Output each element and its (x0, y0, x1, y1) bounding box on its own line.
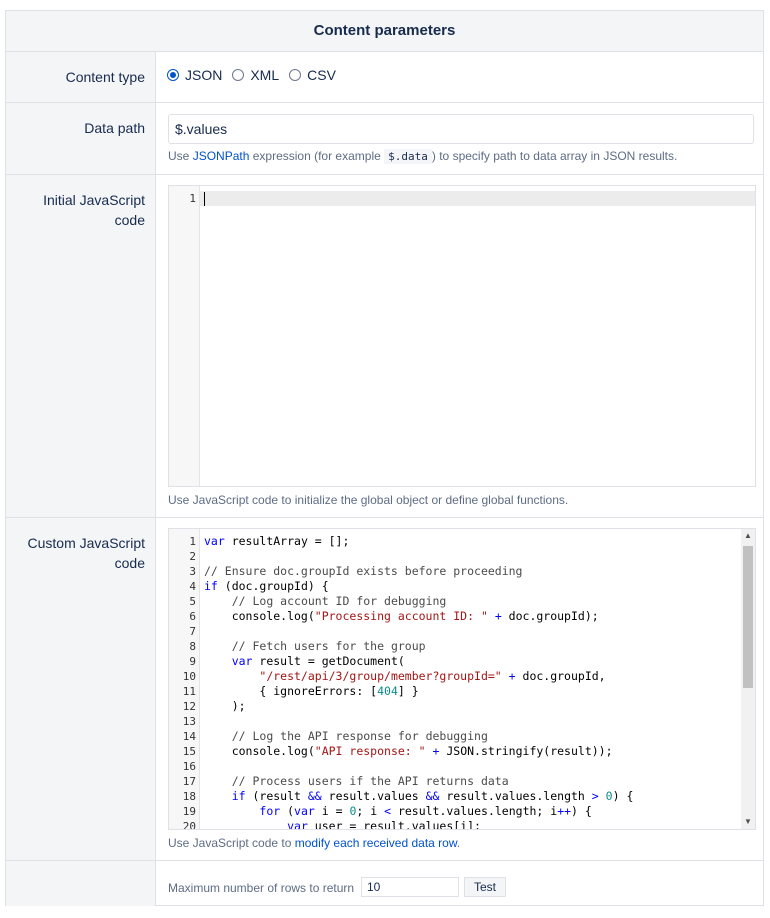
custom-js-row: Custom JavaScript code 1 2 3 4 5 6 7 8 9 10 11 12 13… (6, 518, 763, 861)
initial-js-code-area[interactable] (200, 186, 755, 486)
content-type-value-cell: JSON XML CSV (157, 52, 763, 102)
line-number: 10 (182, 670, 196, 683)
custom-js-label-cell: Custom JavaScript code (6, 518, 156, 860)
initial-js-editor[interactable]: 1 (168, 185, 756, 487)
data-path-row: Data path Use JSONPath expression (for e… (6, 103, 763, 175)
data-path-help: Use JSONPath expression (for example $.d… (168, 149, 678, 164)
data-path-input[interactable] (168, 114, 754, 144)
data-path-example-code: $.data (384, 149, 432, 164)
panel-title: Content parameters (6, 11, 763, 52)
line-number: 20 (182, 820, 196, 830)
line-number: 18 (182, 790, 196, 803)
radio-json-label: JSON (185, 67, 223, 83)
line-number: 3 (189, 565, 196, 578)
text-cursor (204, 192, 205, 206)
initial-js-label-line1: Initial JavaScript (43, 192, 145, 208)
custom-js-help-suffix: . (456, 836, 461, 850)
line-number: 1 (189, 535, 196, 548)
code-line: ); (204, 699, 246, 713)
code-line: var result = getDocument( (231, 654, 405, 668)
custom-js-help-prefix: Use JavaScript code to (168, 836, 292, 850)
line-number: 8 (189, 640, 196, 653)
jsonpath-link[interactable]: JSONPath (193, 149, 250, 163)
initial-js-label-line2: code (114, 212, 145, 228)
line-number: 16 (182, 760, 196, 773)
code-line: if (result && result.values && result.va… (231, 789, 634, 803)
code-line: // Log the API response for debugging (231, 729, 488, 743)
code-line: // Log account ID for debugging (231, 594, 447, 608)
data-path-label-cell: Data path (6, 103, 156, 174)
data-path-help-prefix: Use (168, 149, 190, 163)
content-type-row: Content type JSON XML CSV (6, 52, 763, 103)
radio-json[interactable] (167, 69, 179, 81)
data-path-value-cell: Use JSONPath expression (for example $.d… (157, 103, 763, 174)
custom-js-value-cell: 1 2 3 4 5 6 7 8 9 10 11 12 13 14 15 16 17 18 19 20 var resu… (157, 518, 763, 860)
max-rows-input[interactable] (361, 877, 459, 897)
content-type-radio-group: JSON XML CSV (167, 67, 346, 83)
scrollbar-thumb[interactable] (743, 546, 753, 688)
radio-option-xml[interactable]: XML (232, 67, 279, 83)
data-path-help-middle: expression (for example (252, 149, 381, 163)
radio-xml-label: XML (250, 67, 280, 83)
custom-js-label-line2: code (114, 555, 145, 571)
code-line: // Ensure doc.groupId exists before proc… (204, 564, 523, 578)
data-path-label: Data path (84, 120, 145, 136)
line-number: 12 (182, 700, 196, 713)
footer-value-cell: Maximum number of rows to return Test (157, 861, 763, 906)
test-button[interactable]: Test (464, 877, 506, 897)
initial-js-label-cell: Initial JavaScript code (6, 175, 156, 517)
custom-js-editor[interactable]: 1 2 3 4 5 6 7 8 9 10 11 12 13 14 15 16 17 18 19 20 var resu… (168, 528, 756, 830)
initial-js-value-cell: 1 Use JavaScript code to initialize the … (157, 175, 763, 517)
radio-option-json[interactable]: JSON (167, 67, 222, 83)
radio-xml[interactable] (232, 69, 245, 81)
content-type-label-cell: Content type (6, 52, 156, 102)
code-line: console.log("Processing account ID: " + … (204, 609, 599, 623)
code-line: // Fetch users for the group (231, 639, 426, 653)
content-parameters-panel: Content parameters Content type JSON XML… (5, 10, 764, 906)
content-type-label: Content type (65, 69, 145, 85)
max-rows-row: Maximum number of rows to return Test (6, 861, 763, 906)
radio-csv[interactable] (289, 69, 302, 81)
data-path-help-suffix: ) to specify path to data array in JSON … (431, 149, 678, 163)
code-line: "/rest/api/3/group/member?groupId=" + do… (259, 669, 606, 683)
editor-scrollbar[interactable]: ▲ ▼ (741, 529, 755, 829)
triangle-up-icon[interactable]: ▲ (741, 529, 755, 543)
code-line: { ignoreErrors: [404] } (204, 684, 419, 698)
max-rows-label: Maximum number of rows to return (168, 881, 355, 895)
active-line-highlight (200, 191, 755, 206)
line-number: 2 (189, 550, 196, 563)
custom-js-label-line1: Custom JavaScript (27, 535, 145, 551)
code-line: var resultArray = []; (204, 534, 350, 548)
line-number: 13 (182, 715, 196, 728)
initial-js-help: Use JavaScript code to initialize the gl… (168, 493, 569, 507)
line-number: 6 (189, 610, 196, 623)
code-line: var user = result.values[i]; (287, 819, 481, 830)
code-line: console.log("API response: " + JSON.stri… (204, 744, 613, 758)
footer-label-cell (6, 861, 156, 906)
custom-js-help: Use JavaScript code to modify each recei… (168, 836, 460, 850)
line-number: 14 (182, 730, 196, 743)
radio-csv-label: CSV (307, 67, 336, 83)
line-number: 15 (182, 745, 196, 758)
code-line: for (var i = 0; i < result.values.length… (259, 804, 592, 818)
line-number: 9 (189, 655, 196, 668)
line-number: 1 (189, 192, 196, 205)
line-number: 19 (182, 805, 196, 818)
line-number: 11 (182, 685, 196, 698)
line-number: 17 (182, 775, 196, 788)
modify-data-row-link[interactable]: modify each received data row (295, 836, 457, 850)
initial-js-gutter: 1 (169, 186, 200, 486)
line-number: 5 (189, 595, 196, 608)
line-number: 7 (189, 625, 196, 638)
line-number: 4 (189, 580, 196, 593)
custom-js-gutter: 1 2 3 4 5 6 7 8 9 10 11 12 13 14 15 16 17 18 19 20 (169, 529, 200, 829)
triangle-down-icon[interactable]: ▼ (741, 815, 755, 829)
initial-js-row: Initial JavaScript code 1 Use JavaScript… (6, 175, 763, 518)
radio-option-csv[interactable]: CSV (289, 67, 336, 83)
code-line: // Process users if the API returns data (231, 774, 509, 788)
code-line: if (doc.groupId) { (204, 579, 329, 593)
custom-js-code-area[interactable]: var resultArray = []; // Ensure doc.grou… (200, 529, 741, 829)
